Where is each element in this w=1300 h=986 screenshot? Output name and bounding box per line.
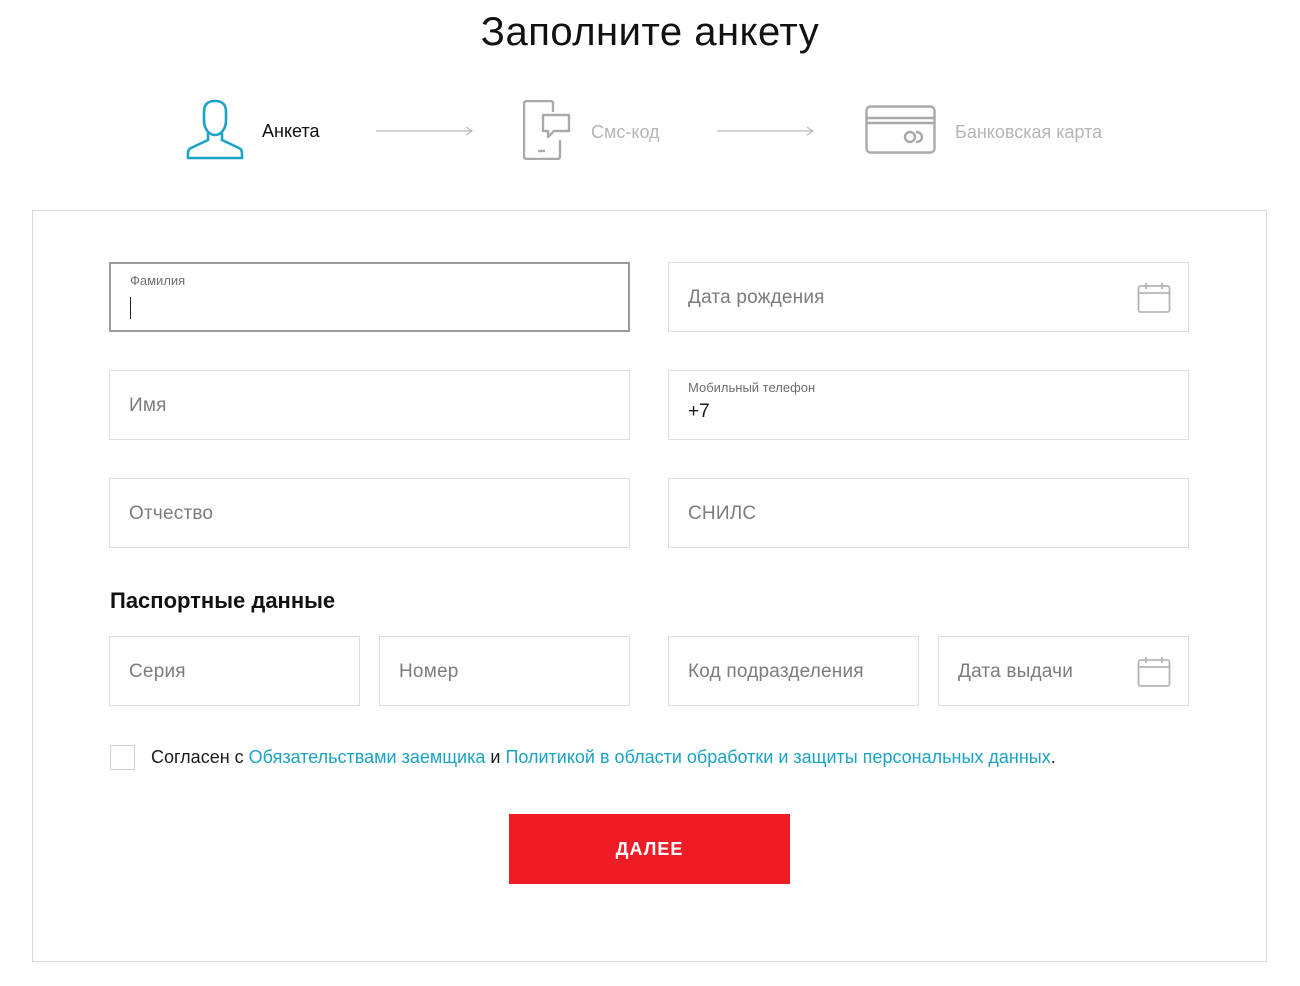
passport-section-title: Паспортные данные <box>110 588 336 613</box>
mobile-phone-field[interactable]: Мобильный телефон +7 <box>668 370 1189 440</box>
user-icon <box>186 98 244 165</box>
next-button[interactable]: ДАЛЕЕ <box>509 814 790 884</box>
last-name-label: Фамилия <box>130 273 186 288</box>
consent-checkbox[interactable] <box>110 745 135 770</box>
mobile-phone-value: +7 <box>688 401 710 422</box>
borrower-obligations-link[interactable]: Обязательствами заемщика <box>249 747 486 767</box>
passport-series-field[interactable]: Серия <box>109 636 360 706</box>
issue-date-field[interactable]: Дата выдачи <box>938 636 1189 706</box>
step-label: Анкета <box>262 121 320 141</box>
patronymic-field[interactable]: Отчество <box>109 478 630 548</box>
bank-card-icon <box>865 105 937 160</box>
consent-middle: и <box>485 747 506 767</box>
step-profile: Анкета <box>186 98 320 165</box>
calendar-icon[interactable] <box>1137 656 1171 693</box>
division-code-field[interactable]: Код подразделения <box>668 636 919 706</box>
birth-date-field[interactable]: Дата рождения <box>668 262 1189 332</box>
phone-sms-icon <box>522 99 573 165</box>
step-bank-card: Банковская карта <box>865 105 1102 160</box>
passport-number-field[interactable]: Номер <box>379 636 630 706</box>
consent-prefix: Согласен с <box>151 747 249 767</box>
page-title: Заполните анкету <box>480 10 820 54</box>
arrow-right-icon <box>376 126 474 136</box>
snils-placeholder: СНИЛС <box>688 503 757 524</box>
calendar-icon[interactable] <box>1137 282 1171 319</box>
passport-number-placeholder: Номер <box>399 661 459 682</box>
step-sms-code: Смс-код <box>522 99 660 165</box>
first-name-field[interactable]: Имя <box>109 370 630 440</box>
privacy-policy-link[interactable]: Политикой в области обработки и защиты п… <box>505 747 1050 767</box>
snils-field[interactable]: СНИЛС <box>668 478 1189 548</box>
text-caret <box>130 297 131 319</box>
issue-date-placeholder: Дата выдачи <box>958 661 1074 682</box>
birth-date-placeholder: Дата рождения <box>688 287 825 308</box>
step-label: Банковская карта <box>955 122 1103 142</box>
mobile-phone-label: Мобильный телефон <box>688 380 816 395</box>
arrow-right-icon <box>717 126 815 136</box>
passport-series-placeholder: Серия <box>129 661 186 682</box>
last-name-field[interactable]: Фамилия <box>109 262 630 332</box>
first-name-placeholder: Имя <box>129 395 167 416</box>
step-label: Смс-код <box>591 122 660 142</box>
consent-row: Согласен с Обязательствами заемщика и По… <box>110 745 1056 770</box>
consent-text: Согласен с Обязательствами заемщика и По… <box>151 747 1056 768</box>
consent-suffix: . <box>1050 747 1056 767</box>
patronymic-placeholder: Отчество <box>129 503 214 524</box>
progress-steps: Анкета Смс-код Банковская карта <box>0 96 1300 166</box>
division-code-placeholder: Код подразделения <box>688 661 864 682</box>
